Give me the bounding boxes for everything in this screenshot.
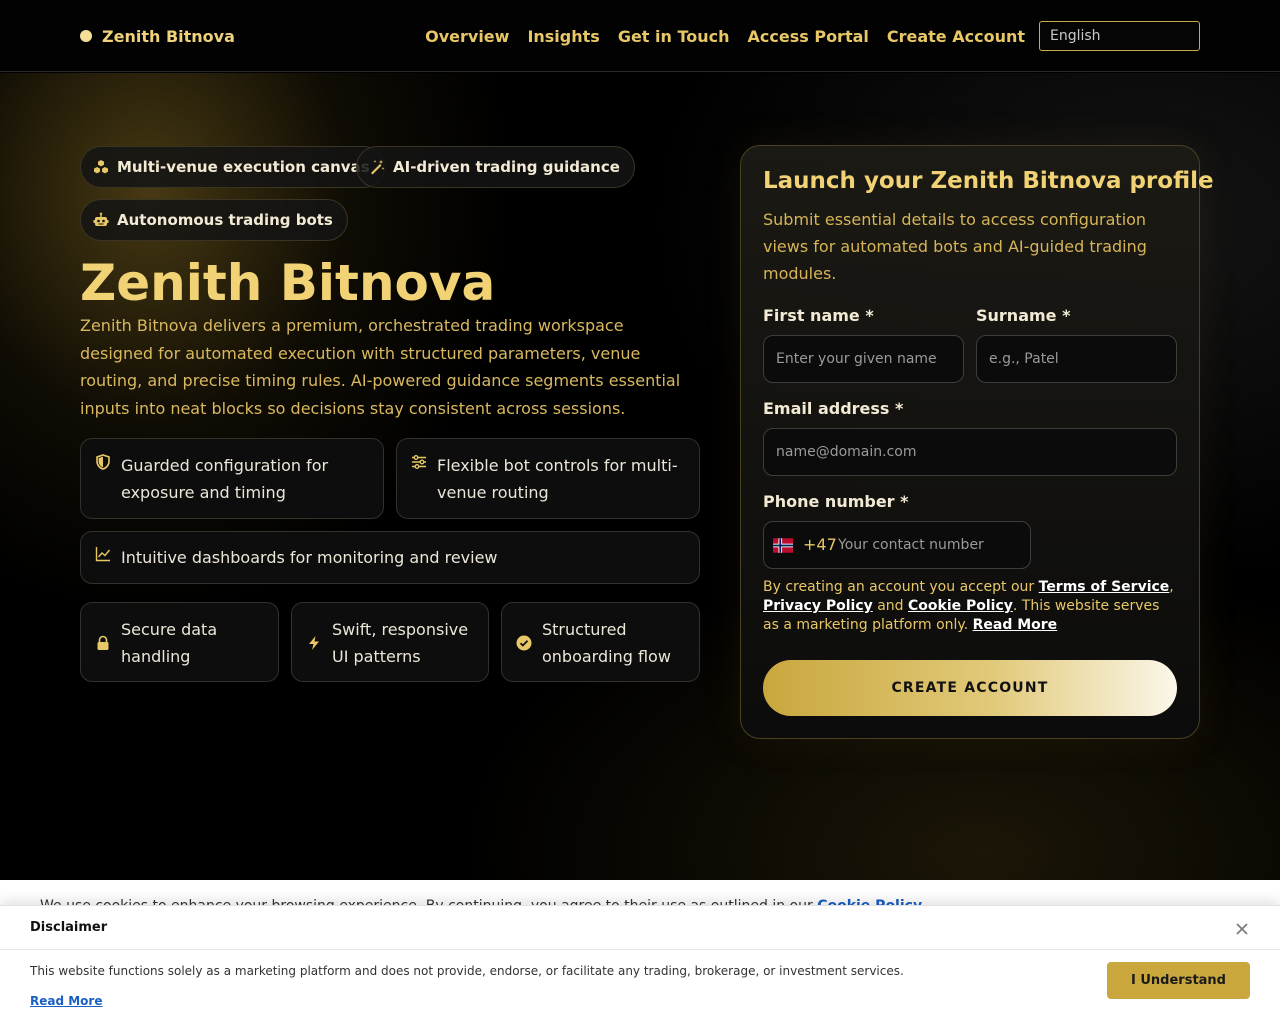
feature-secure-data: Secure data handling (80, 602, 279, 682)
main-nav: Overview Insights Get in Touch Access Po… (425, 24, 1025, 48)
close-icon[interactable] (1233, 920, 1251, 938)
brand-name: Zenith Bitnova (102, 26, 235, 46)
email-label: Email address * (763, 399, 904, 418)
nav-insights[interactable]: Insights (527, 27, 599, 46)
feature-text: Flexible bot controls for multi-venue ro… (437, 456, 678, 502)
site-header: Zenith Bitnova Overview Insights Get in … (0, 0, 1280, 72)
chip-label: AI-driven trading guidance (393, 158, 620, 176)
feature-text: Secure data handling (121, 620, 218, 666)
chip-autonomous-bots: Autonomous trading bots (80, 199, 348, 241)
phone-label: Phone number * (763, 492, 909, 511)
create-account-button[interactable]: CREATE ACCOUNT (763, 660, 1177, 716)
hero-title: Zenith Bitnova (80, 254, 496, 312)
disclaimer-text: This website functions solely as a marke… (30, 964, 904, 978)
phone-field: +47 (763, 521, 1031, 569)
first-name-input[interactable] (763, 335, 964, 383)
signup-title: Launch your Zenith Bitnova profile (763, 168, 1214, 194)
privacy-policy-link[interactable]: Privacy Policy (763, 598, 873, 614)
terms-notice: By creating an account you accept our Te… (763, 578, 1179, 635)
email-input[interactable] (763, 428, 1177, 476)
i-understand-button[interactable]: I Understand (1107, 962, 1250, 999)
bolt-icon (309, 636, 319, 650)
disclaimer-title: Disclaimer (30, 920, 108, 935)
cubes-icon (94, 160, 108, 174)
chip-label: Autonomous trading bots (117, 211, 333, 229)
dial-code[interactable]: +47 (803, 535, 837, 554)
disclaimer-panel: Disclaimer This website functions solely… (0, 905, 1280, 1024)
read-more-link[interactable]: Read More (973, 617, 1058, 633)
terms-text: , (1169, 579, 1174, 595)
chip-label: Multi-venue execution canvas (117, 158, 370, 176)
feature-responsive-ui: Swift, responsive UI patterns (291, 602, 489, 682)
brand-logo[interactable]: Zenith Bitnova (80, 24, 235, 48)
nav-overview[interactable]: Overview (425, 27, 509, 46)
feature-flexible-bot-controls: Flexible bot controls for multi-venue ro… (396, 438, 700, 519)
shield-icon (96, 454, 110, 470)
norway-flag-icon[interactable] (773, 538, 793, 553)
robot-icon (93, 212, 109, 226)
first-name-label: First name * (763, 306, 874, 325)
feature-onboarding: Structured onboarding flow (501, 602, 700, 682)
feature-text: Intuitive dashboards for monitoring and … (121, 548, 498, 567)
brand-dot-icon (80, 30, 92, 42)
disclaimer-read-more-link[interactable]: Read More (30, 994, 103, 1008)
feature-dashboards: Intuitive dashboards for monitoring and … (80, 531, 700, 584)
signup-subtitle: Submit essential details to access confi… (763, 210, 1147, 283)
chip-ai-guidance: AI-driven trading guidance (356, 146, 635, 188)
check-circle-icon (516, 635, 532, 651)
surname-label: Surname * (976, 306, 1071, 325)
chip-multi-venue: Multi-venue execution canvas (80, 146, 385, 188)
magic-wand-icon (371, 160, 385, 175)
sliders-icon (412, 455, 426, 469)
hero-description: Zenith Bitnova delivers a premium, orche… (80, 316, 681, 418)
lock-icon (97, 635, 109, 650)
disclaimer-header: Disclaimer (0, 906, 1280, 950)
nav-get-in-touch[interactable]: Get in Touch (618, 27, 730, 46)
language-select[interactable]: English (1039, 21, 1200, 51)
feature-text: Structured onboarding flow (542, 620, 671, 666)
feature-text: Swift, responsive UI patterns (332, 620, 469, 666)
feature-guarded-config: Guarded configuration for exposure and t… (80, 438, 384, 519)
terms-text: By creating an account you accept our (763, 579, 1039, 595)
terms-text: and (872, 598, 908, 614)
chart-line-icon (95, 547, 111, 562)
feature-text: Guarded configuration for exposure and t… (121, 456, 329, 502)
terms-of-service-link[interactable]: Terms of Service (1039, 579, 1170, 595)
nav-access-portal[interactable]: Access Portal (748, 27, 869, 46)
surname-input[interactable] (976, 335, 1177, 383)
cookie-policy-link[interactable]: Cookie Policy (908, 598, 1013, 614)
signup-card: Launch your Zenith Bitnova profile Submi… (740, 145, 1214, 739)
nav-create-account[interactable]: Create Account (887, 27, 1025, 46)
phone-input[interactable] (838, 523, 1024, 567)
